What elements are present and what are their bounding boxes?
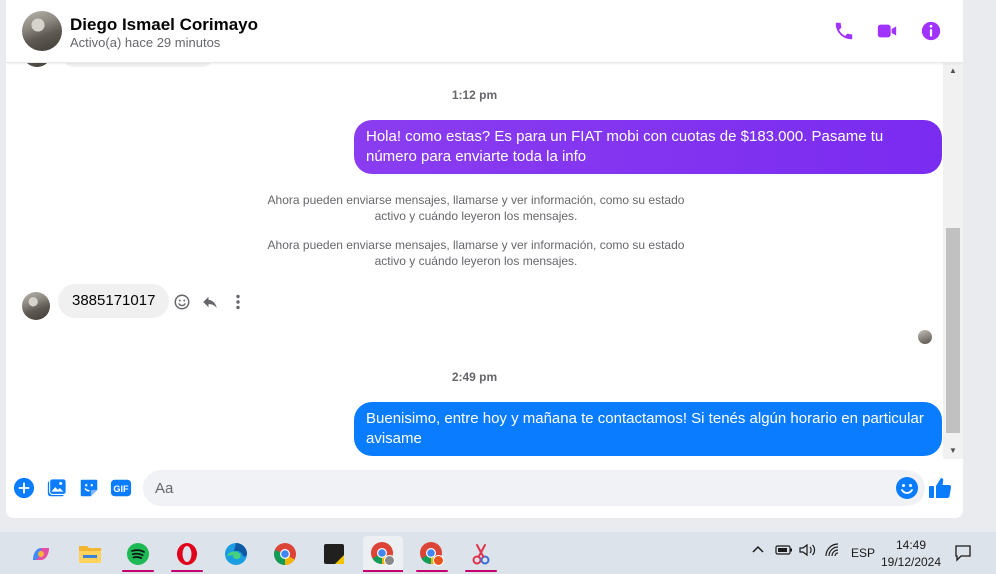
sticky-notes-icon[interactable]	[314, 536, 354, 572]
video-icon[interactable]	[875, 19, 899, 43]
contact-status: Activo(a) hace 29 minutos	[70, 35, 221, 50]
snipping-tool-icon[interactable]	[461, 536, 501, 572]
previous-message-avatar	[24, 63, 50, 67]
chat-scrollbar[interactable]: ▲ ▼	[943, 63, 963, 459]
file-explorer-icon[interactable]	[70, 536, 110, 572]
notifications-icon[interactable]	[954, 544, 972, 565]
more-options-icon[interactable]	[228, 292, 248, 312]
contact-avatar[interactable]	[22, 11, 62, 51]
outgoing-message[interactable]: Hola! como estas? Es para un FIAT mobi c…	[354, 120, 942, 174]
sender-avatar[interactable]	[22, 292, 50, 320]
scroll-down-arrow-icon[interactable]: ▼	[943, 443, 963, 459]
edge-icon[interactable]	[216, 536, 256, 572]
incoming-message[interactable]: 3885171017	[58, 284, 170, 318]
react-emoji-icon[interactable]	[172, 292, 192, 312]
windows-taskbar: ESP 14:49 19/12/2024	[0, 532, 996, 574]
chat-header: Diego Ismael Corimayo Activo(a) hace 29 …	[6, 0, 963, 63]
volume-icon[interactable]	[799, 543, 817, 560]
info-icon[interactable]	[919, 19, 943, 43]
timestamp: 1:12 pm	[451, 88, 498, 102]
system-clock[interactable]: 14:49 19/12/2024	[872, 537, 950, 571]
show-hidden-icons-icon[interactable]	[751, 543, 765, 560]
scroll-up-arrow-icon[interactable]: ▲	[943, 63, 963, 79]
chrome-profile-messenger-icon[interactable]	[363, 536, 403, 572]
timestamp: 2:49 pm	[451, 370, 498, 384]
messenger-window: Diego Ismael Corimayo Activo(a) hace 29 …	[6, 0, 963, 518]
message-input-box[interactable]	[143, 470, 925, 506]
scroll-thumb[interactable]	[946, 228, 960, 433]
chrome-profile-icon[interactable]	[412, 536, 452, 572]
add-actions-icon[interactable]	[12, 476, 36, 500]
phone-icon[interactable]	[832, 19, 856, 43]
message-list: 1:12 pm Hola! como estas? Es para un FIA…	[6, 63, 943, 459]
chrome-icon[interactable]	[265, 536, 305, 572]
clock-date: 19/12/2024	[880, 555, 942, 569]
copilot-icon[interactable]	[21, 536, 61, 572]
system-message: Ahora pueden enviarse mensajes, llamarse…	[267, 238, 685, 268]
reply-icon[interactable]	[200, 292, 220, 312]
message-composer: GIF	[6, 459, 963, 518]
photo-gallery-icon[interactable]	[45, 476, 69, 500]
gif-icon[interactable]: GIF	[109, 476, 133, 500]
message-input[interactable]	[155, 470, 885, 506]
like-thumb-icon[interactable]	[928, 476, 952, 500]
system-message: Ahora pueden enviarse mensajes, llamarse…	[267, 193, 685, 223]
seen-indicator-avatar	[918, 330, 932, 344]
wifi-icon[interactable]	[824, 543, 840, 560]
contact-name[interactable]: Diego Ismael Corimayo	[70, 15, 258, 35]
previous-message-bubble	[62, 63, 214, 67]
gif-label: GIF	[113, 484, 129, 494]
outgoing-message[interactable]: Buenisimo, entre hoy y mañana te contact…	[354, 402, 942, 456]
emoji-icon[interactable]	[895, 476, 919, 500]
battery-icon[interactable]	[775, 543, 793, 560]
opera-icon[interactable]	[167, 536, 207, 572]
clock-time: 14:49	[895, 538, 927, 552]
sticker-icon[interactable]	[77, 476, 101, 500]
spotify-icon[interactable]	[118, 536, 158, 572]
